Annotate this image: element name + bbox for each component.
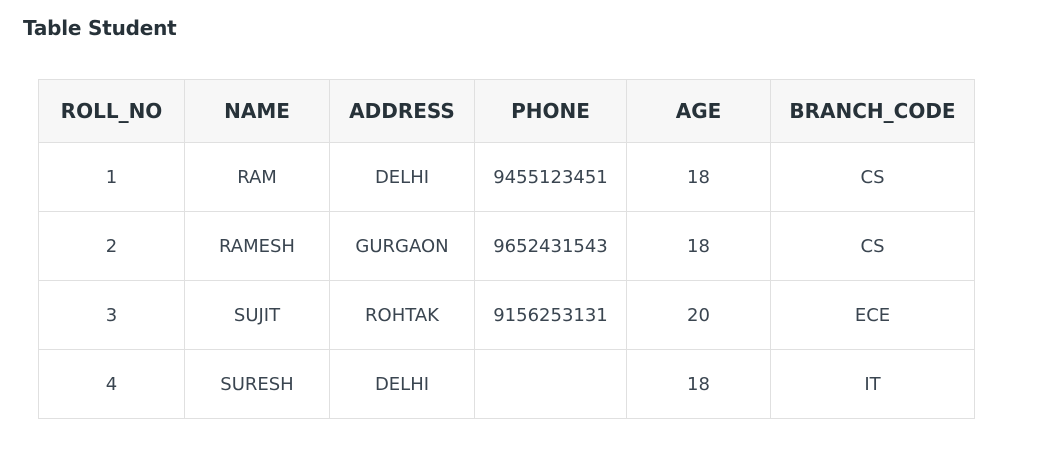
cell-roll-no: 4: [38, 349, 185, 419]
table-row: 2 RAMESH GURGAON 9652431543 18 CS: [38, 211, 975, 281]
header-roll-no: ROLL_NO: [38, 79, 185, 143]
cell-name: SUJIT: [184, 280, 330, 350]
page-title: Table Student: [23, 16, 177, 40]
header-address: ADDRESS: [329, 79, 475, 143]
cell-age: 18: [626, 211, 771, 281]
student-table: ROLL_NO NAME ADDRESS PHONE AGE BRANCH_CO…: [38, 79, 975, 419]
cell-roll-no: 3: [38, 280, 185, 350]
cell-branch-code: CS: [770, 142, 975, 212]
cell-age: 20: [626, 280, 771, 350]
cell-branch-code: IT: [770, 349, 975, 419]
header-branch-code: BRANCH_CODE: [770, 79, 975, 143]
cell-branch-code: CS: [770, 211, 975, 281]
cell-address: GURGAON: [329, 211, 475, 281]
cell-age: 18: [626, 349, 771, 419]
header-phone: PHONE: [474, 79, 627, 143]
header-name: NAME: [184, 79, 330, 143]
table-row: 4 SURESH DELHI 18 IT: [38, 349, 975, 419]
cell-roll-no: 1: [38, 142, 185, 212]
cell-name: RAMESH: [184, 211, 330, 281]
table-row: 3 SUJIT ROHTAK 9156253131 20 ECE: [38, 280, 975, 350]
cell-phone: 9652431543: [474, 211, 627, 281]
cell-phone: 9455123451: [474, 142, 627, 212]
cell-roll-no: 2: [38, 211, 185, 281]
cell-name: RAM: [184, 142, 330, 212]
header-age: AGE: [626, 79, 771, 143]
table-row: 1 RAM DELHI 9455123451 18 CS: [38, 142, 975, 212]
cell-name: SURESH: [184, 349, 330, 419]
cell-address: ROHTAK: [329, 280, 475, 350]
cell-phone: [474, 349, 627, 419]
cell-branch-code: ECE: [770, 280, 975, 350]
cell-age: 18: [626, 142, 771, 212]
cell-phone: 9156253131: [474, 280, 627, 350]
table-header-row: ROLL_NO NAME ADDRESS PHONE AGE BRANCH_CO…: [38, 79, 975, 143]
cell-address: DELHI: [329, 349, 475, 419]
cell-address: DELHI: [329, 142, 475, 212]
